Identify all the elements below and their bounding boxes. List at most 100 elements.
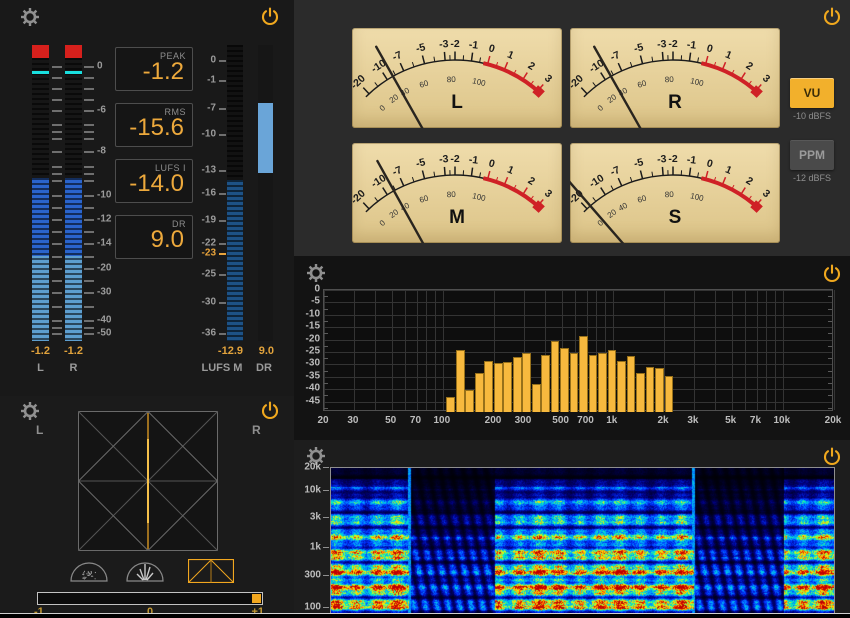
ppm-mode-button[interactable]: PPM bbox=[790, 140, 834, 170]
svg-text:3: 3 bbox=[760, 187, 772, 200]
spectrogram-freq-tick bbox=[323, 547, 329, 548]
svg-text:-2: -2 bbox=[668, 38, 677, 50]
vu-channel-label: R bbox=[668, 92, 682, 113]
scale-tick bbox=[52, 99, 62, 101]
scale-tick bbox=[52, 327, 62, 329]
svg-text:0: 0 bbox=[487, 157, 496, 170]
axis-minor-tick bbox=[324, 371, 328, 372]
spectrogram-freq-tick bbox=[323, 490, 329, 491]
power-glyph bbox=[260, 400, 280, 420]
power-button[interactable] bbox=[260, 6, 280, 26]
lufs-scale-label: -19 bbox=[170, 215, 216, 226]
lufs-scale-label: -30 bbox=[170, 297, 216, 308]
svg-text:0: 0 bbox=[596, 103, 606, 113]
spectrum-bar bbox=[617, 361, 626, 412]
lufs-scale-label: 0 bbox=[170, 55, 216, 66]
spectrum-bar bbox=[655, 368, 664, 412]
scale-tick bbox=[84, 280, 94, 282]
svg-text:100: 100 bbox=[471, 191, 487, 203]
scale-tick bbox=[84, 207, 94, 209]
x-axis-label: 500 bbox=[552, 415, 569, 426]
lufs-scale-tick bbox=[219, 302, 226, 304]
spectrum-bar bbox=[598, 353, 607, 412]
scale-tick bbox=[52, 207, 62, 209]
svg-text:2: 2 bbox=[744, 60, 756, 73]
power-button[interactable] bbox=[822, 263, 842, 283]
gonio-mode-lines-button[interactable] bbox=[126, 560, 164, 587]
scale-tick bbox=[52, 219, 62, 221]
gridline bbox=[715, 290, 716, 410]
svg-text:-10: -10 bbox=[587, 57, 606, 75]
scale-label: -40 bbox=[97, 315, 111, 326]
gear-glyph bbox=[306, 263, 326, 283]
power-button[interactable] bbox=[822, 446, 842, 466]
svg-text:80: 80 bbox=[447, 190, 457, 199]
spectrum-bar bbox=[627, 356, 636, 412]
spectrum-bar bbox=[494, 363, 503, 412]
vu-mode-button[interactable]: VU bbox=[790, 78, 834, 108]
scale-tick bbox=[84, 243, 94, 245]
spectrogram-freq-label: 3k bbox=[294, 512, 321, 523]
svg-text:-20: -20 bbox=[570, 72, 586, 91]
settings-gear-icon[interactable] bbox=[20, 401, 40, 421]
svg-text:3: 3 bbox=[542, 72, 554, 85]
gridline bbox=[834, 290, 835, 410]
scale-tick bbox=[84, 66, 94, 68]
svg-text:0: 0 bbox=[378, 218, 388, 228]
x-axis-label: 20 bbox=[317, 415, 328, 426]
axis-minor-tick bbox=[828, 358, 832, 359]
scale-tick bbox=[52, 292, 62, 294]
x-axis-label: 200 bbox=[485, 415, 502, 426]
scale-tick bbox=[84, 151, 94, 153]
scale-tick bbox=[84, 77, 94, 79]
gridline bbox=[405, 290, 406, 410]
spectrum-bar bbox=[484, 361, 493, 412]
gridline bbox=[783, 290, 784, 410]
spectrogram-freq-tick bbox=[323, 575, 329, 576]
scale-label: -8 bbox=[97, 146, 106, 157]
svg-text:3: 3 bbox=[760, 72, 772, 85]
gonio-mode-dots-button[interactable] bbox=[70, 560, 108, 587]
vu-channel-label: L bbox=[451, 92, 463, 113]
scale-tick bbox=[52, 195, 62, 197]
scale-tick bbox=[52, 268, 62, 270]
spectrum-bar bbox=[608, 350, 617, 413]
svg-text:20: 20 bbox=[388, 207, 401, 220]
settings-gear-icon[interactable] bbox=[306, 263, 326, 283]
power-glyph bbox=[260, 6, 280, 26]
scale-label: -20 bbox=[97, 263, 111, 274]
settings-gear-icon[interactable] bbox=[20, 7, 40, 27]
y-axis-label: -35 bbox=[294, 370, 320, 381]
x-axis-label: 300 bbox=[515, 415, 532, 426]
lufs-scale-label: -1 bbox=[170, 75, 216, 86]
power-button[interactable] bbox=[260, 400, 280, 420]
lufs-scale-label: -23 bbox=[170, 248, 216, 259]
dr-meter-value: 9.0 bbox=[246, 345, 274, 357]
correlation-indicator bbox=[252, 594, 261, 603]
gridline bbox=[426, 290, 427, 410]
gridline bbox=[354, 290, 355, 410]
x-axis-label: 1k bbox=[606, 415, 617, 426]
scale-tick bbox=[84, 138, 94, 140]
power-glyph bbox=[822, 6, 842, 26]
scale-tick bbox=[84, 320, 94, 322]
lufs-scale-tick bbox=[219, 193, 226, 195]
gonio-mode-vector-button-selected[interactable] bbox=[188, 559, 234, 588]
spectrogram-panel: 20k10k3k1k300100 bbox=[294, 440, 850, 614]
gridline bbox=[766, 290, 767, 410]
lufs-scale-tick bbox=[219, 80, 226, 82]
scale-tick bbox=[52, 131, 62, 133]
scale-label: -50 bbox=[97, 328, 111, 339]
vu-meter-S: -20-10-7-5-3-2-10123020406080100S bbox=[570, 143, 780, 243]
x-axis-label: 700 bbox=[577, 415, 594, 426]
dr-meter-fill bbox=[258, 103, 273, 173]
scale-tick bbox=[84, 292, 94, 294]
scale-tick bbox=[52, 231, 62, 233]
power-button[interactable] bbox=[822, 6, 842, 26]
spectrum-bar bbox=[475, 373, 484, 412]
svg-text:-2: -2 bbox=[450, 38, 459, 50]
window-edge bbox=[0, 614, 850, 618]
goniometer-panel: L R bbox=[0, 396, 294, 614]
peak-hold-line-right bbox=[65, 71, 82, 74]
vu-meter-M: -20-10-7-5-3-2-10123020406080100M bbox=[352, 143, 562, 243]
